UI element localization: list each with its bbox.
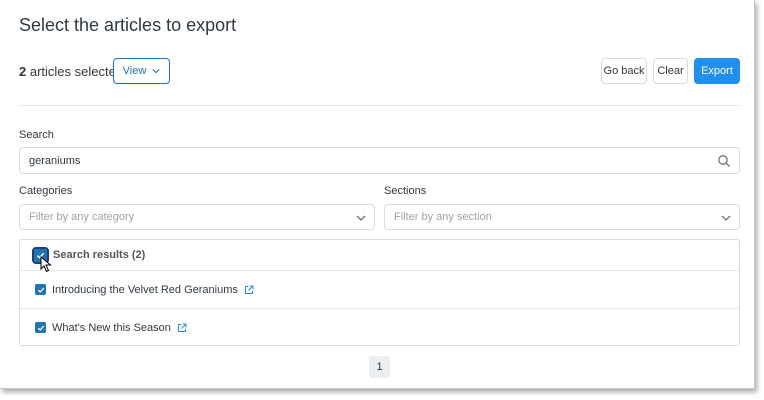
pagination-page-button[interactable]: 1	[369, 356, 390, 378]
selected-count-text: 2 articles selected	[19, 64, 123, 79]
clear-button[interactable]: Clear	[653, 58, 688, 84]
sections-select[interactable]: Filter by any section	[384, 204, 740, 230]
article-title: Introducing the Velvet Red Geraniums	[52, 283, 238, 296]
export-button[interactable]: Export	[694, 58, 740, 84]
selected-suffix: articles selected	[29, 64, 124, 79]
search-input[interactable]: geraniums	[19, 147, 740, 174]
check-icon	[37, 287, 44, 293]
article-checkbox[interactable]	[35, 284, 46, 295]
categories-select[interactable]: Filter by any category	[19, 204, 375, 230]
sections-placeholder: Filter by any section	[394, 211, 492, 223]
go-back-button[interactable]: Go back	[601, 58, 647, 84]
page-title: Select the articles to export	[19, 15, 237, 35]
article-checkbox[interactable]	[35, 322, 46, 333]
chevron-down-icon	[356, 215, 366, 221]
search-label: Search	[19, 129, 54, 141]
divider	[19, 105, 740, 106]
list-item: Introducing the Velvet Red Geraniums	[20, 271, 739, 309]
search-input-value: geraniums	[29, 154, 81, 167]
mouse-cursor-icon	[40, 256, 52, 273]
export-dialog: Select the articles to export 2 articles…	[0, 0, 755, 389]
list-item: What's New this Season	[20, 309, 739, 346]
categories-label: Categories	[19, 185, 73, 197]
search-results-title: Search results (2)	[53, 249, 146, 261]
search-results-list: Search results (2) Introducing the Velve…	[19, 239, 740, 346]
external-link-icon[interactable]	[244, 285, 254, 295]
chevron-down-icon	[152, 69, 160, 74]
search-icon[interactable]	[717, 154, 731, 168]
article-title: What's New this Season	[52, 321, 171, 334]
selected-count: 2	[19, 64, 27, 79]
external-link-icon[interactable]	[177, 323, 187, 333]
sections-label: Sections	[384, 185, 427, 197]
chevron-down-icon	[721, 215, 731, 221]
view-button[interactable]: View	[113, 58, 170, 84]
categories-placeholder: Filter by any category	[29, 211, 135, 223]
view-button-label: View	[122, 65, 147, 77]
search-results-header: Search results (2)	[20, 240, 739, 271]
check-icon	[37, 325, 44, 331]
